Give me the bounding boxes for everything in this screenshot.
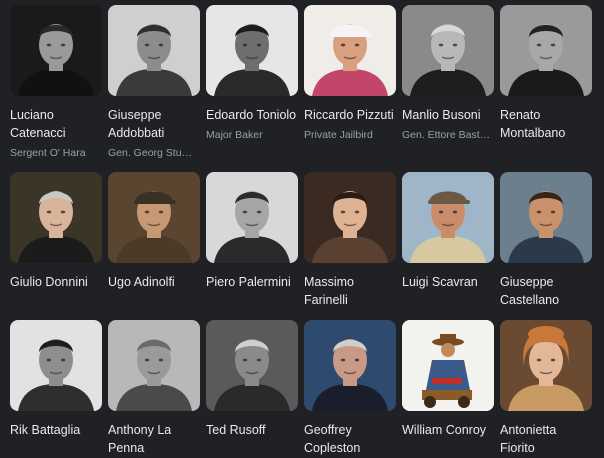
actor-photo[interactable]: [206, 5, 298, 96]
actor-photo[interactable]: [206, 172, 298, 263]
cast-card[interactable]: Luigi Scavran: [402, 172, 494, 291]
actor-photo[interactable]: [304, 5, 396, 96]
cast-card[interactable]: Antonietta Fiorito: [500, 320, 592, 457]
actor-name[interactable]: Rik Battaglia: [10, 421, 102, 439]
actor-name[interactable]: Antonietta Fiorito: [500, 421, 592, 457]
cast-card[interactable]: Anthony La Penna: [108, 320, 200, 457]
actor-photo[interactable]: [10, 320, 102, 411]
actor-photo[interactable]: [500, 320, 592, 411]
actor-name[interactable]: Geoffrey Copleston: [304, 421, 396, 457]
actor-name[interactable]: Giuseppe Castellano: [500, 273, 592, 309]
character-name: Gen. Ettore Bast…: [402, 129, 491, 141]
cast-card[interactable]: Geoffrey Copleston: [304, 320, 396, 457]
cast-card[interactable]: Manlio Busoni Gen. Ettore Bast…: [402, 5, 494, 142]
actor-photo[interactable]: [500, 172, 592, 263]
actor-name[interactable]: Anthony La Penna: [108, 421, 200, 457]
cast-card[interactable]: Giuseppe Addobbati Gen. Georg Stu…: [108, 5, 200, 160]
actor-photo[interactable]: [304, 172, 396, 263]
character-name: Gen. Georg Stu…: [108, 147, 193, 159]
cast-card[interactable]: William Conroy: [402, 320, 494, 439]
actor-photo[interactable]: [108, 320, 200, 411]
actor-name[interactable]: Ugo Adinolfi: [108, 273, 200, 291]
character-name: Sergent O' Hara: [10, 147, 86, 159]
actor-photo[interactable]: [10, 5, 102, 96]
actor-photo[interactable]: [304, 320, 396, 411]
cast-card[interactable]: Massimo Farinelli: [304, 172, 396, 309]
actor-name[interactable]: Ted Rusoff: [206, 421, 298, 439]
cast-card[interactable]: Ted Rusoff: [206, 320, 298, 439]
actor-photo[interactable]: [206, 320, 298, 411]
character-name: Private Jailbird: [304, 129, 373, 141]
actor-name[interactable]: Manlio Busoni: [402, 106, 494, 124]
actor-name[interactable]: Massimo Farinelli: [304, 273, 396, 309]
actor-photo[interactable]: [500, 5, 592, 96]
actor-name[interactable]: Giuseppe Addobbati: [108, 106, 200, 142]
actor-photo[interactable]: [402, 172, 494, 263]
cast-card[interactable]: Rik Battaglia: [10, 320, 102, 439]
cast-card[interactable]: Luciano Catenacci Sergent O' Hara: [10, 5, 102, 160]
actor-name[interactable]: William Conroy: [402, 421, 494, 439]
cast-card[interactable]: Giuseppe Castellano: [500, 172, 592, 309]
character-name: Major Baker: [206, 129, 263, 141]
actor-name[interactable]: Giulio Donnini: [10, 273, 102, 291]
actor-name[interactable]: Piero Palermini: [206, 273, 298, 291]
actor-name[interactable]: Riccardo Pizzuti: [304, 106, 396, 124]
actor-photo[interactable]: [10, 172, 102, 263]
cast-card[interactable]: Renato Montalbano: [500, 5, 592, 142]
actor-photo[interactable]: [108, 172, 200, 263]
cast-card[interactable]: Ugo Adinolfi: [108, 172, 200, 291]
actor-name[interactable]: Renato Montalbano: [500, 106, 592, 142]
cast-card[interactable]: Edoardo Toniolo Major Baker: [206, 5, 298, 142]
cast-card[interactable]: Piero Palermini: [206, 172, 298, 291]
actor-photo[interactable]: [108, 5, 200, 96]
actor-photo[interactable]: [402, 5, 494, 96]
cast-card[interactable]: Riccardo Pizzuti Private Jailbird: [304, 5, 396, 142]
actor-name[interactable]: Edoardo Toniolo: [206, 106, 298, 124]
actor-name[interactable]: Luigi Scavran: [402, 273, 494, 291]
actor-photo[interactable]: [402, 320, 494, 411]
cast-card[interactable]: Giulio Donnini: [10, 172, 102, 291]
actor-name[interactable]: Luciano Catenacci: [10, 106, 102, 142]
